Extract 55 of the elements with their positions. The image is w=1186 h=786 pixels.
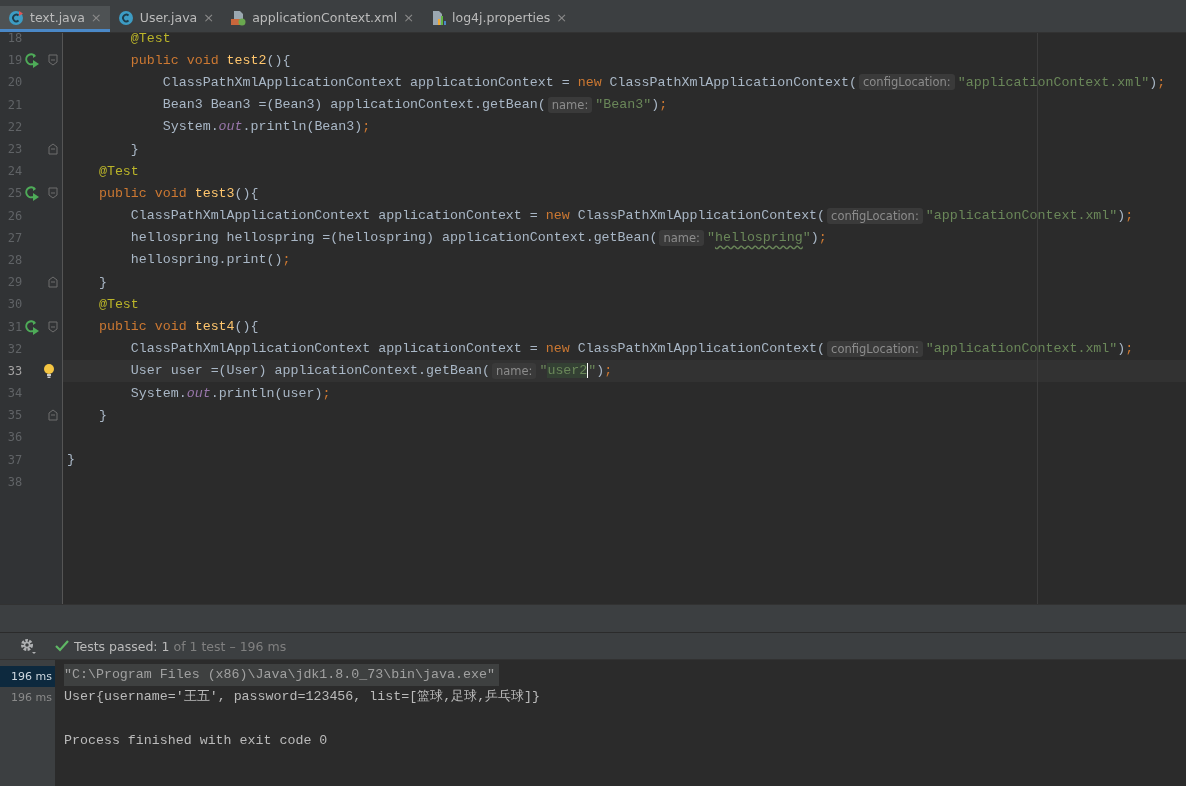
code-text: System.out.println(user); — [129, 385, 331, 401]
fold-icon[interactable] — [47, 54, 58, 67]
parameter-hint: name: — [491, 362, 537, 379]
console-line: User{username='王五', password=123456, list=[篮球,足球,乒乓球]} — [64, 688, 542, 706]
code-text: System.out.println(Bean3); — [161, 119, 371, 135]
code-text: ClassPathXmlApplicationContext applicationContext = new ClassPathXmlApplicationContext( — [161, 74, 857, 90]
xml-file-icon — [230, 9, 247, 26]
code-text: Bean3 Bean3 =(Bean3) applicationContext.getBean( — [161, 97, 546, 113]
code-text: "applicationContext.xml"); — [957, 74, 1166, 90]
line-number: 33 — [6, 363, 23, 378]
test-duration[interactable]: 196 ms — [0, 666, 55, 687]
parameter-hint: name: — [659, 229, 704, 246]
code-text: @Test — [97, 296, 139, 312]
lightbulb-icon[interactable] — [43, 362, 55, 379]
file-tab[interactable]: text.java × — [0, 6, 110, 32]
code-text: public void test4(){ — [97, 319, 259, 335]
file-tab[interactable]: applicationContext.xml × — [222, 6, 423, 32]
code-text: ClassPathXmlApplicationContext applicationContext = new ClassPathXmlApplicationContext( — [129, 208, 826, 224]
fold-icon[interactable] — [47, 320, 58, 333]
code-text: hellospring.print(); — [129, 252, 291, 268]
code-text: "hellospring"); — [707, 230, 827, 246]
code-text: public void test2(){ — [129, 52, 291, 68]
run-test-icon[interactable] — [24, 185, 41, 202]
code-text: "Bean3"); — [595, 97, 668, 113]
class-icon — [8, 9, 24, 26]
console-line: Process finished with exit code 0 — [64, 732, 329, 750]
fold-icon[interactable] — [47, 187, 58, 200]
fold-icon[interactable] — [47, 409, 58, 422]
code-text: } — [97, 274, 107, 290]
code-text: hellospring hellospring =(hellospring) applicationContext.getBean( — [129, 230, 658, 246]
parameter-hint: configLocation: — [859, 74, 955, 91]
properties-file-icon — [430, 9, 447, 26]
run-test-icon[interactable] — [24, 52, 41, 69]
file-tab[interactable]: User.java × — [109, 6, 223, 32]
code-text: @Test — [97, 163, 139, 179]
fold-icon[interactable] — [47, 143, 58, 156]
class-icon — [117, 9, 134, 26]
code-text: "applicationContext.xml"); — [925, 341, 1134, 357]
code-text: } — [97, 407, 107, 423]
code-text: } — [67, 452, 75, 468]
parameter-hint: configLocation: — [827, 207, 923, 224]
test-duration[interactable]: 196 ms — [0, 687, 55, 708]
file-tab[interactable]: log4j.properties × — [422, 6, 576, 32]
code-text: } — [129, 141, 139, 157]
settings-icon[interactable] — [18, 637, 37, 655]
code-text: ClassPathXmlApplicationContext applicationContext = new ClassPathXmlApplicationContext( — [129, 341, 826, 357]
test-status: Tests passed: 1 of 1 test – 196 ms — [74, 638, 287, 654]
parameter-hint: name: — [547, 96, 593, 113]
run-test-icon[interactable] — [24, 318, 41, 335]
check-icon — [55, 640, 69, 652]
fold-icon[interactable] — [47, 276, 58, 289]
code-text: "applicationContext.xml"); — [925, 208, 1134, 224]
code-text: public void test3(){ — [97, 185, 259, 201]
parameter-hint: configLocation: — [827, 340, 923, 357]
code-text: User user =(User) applicationContext.getBean( — [129, 363, 490, 379]
